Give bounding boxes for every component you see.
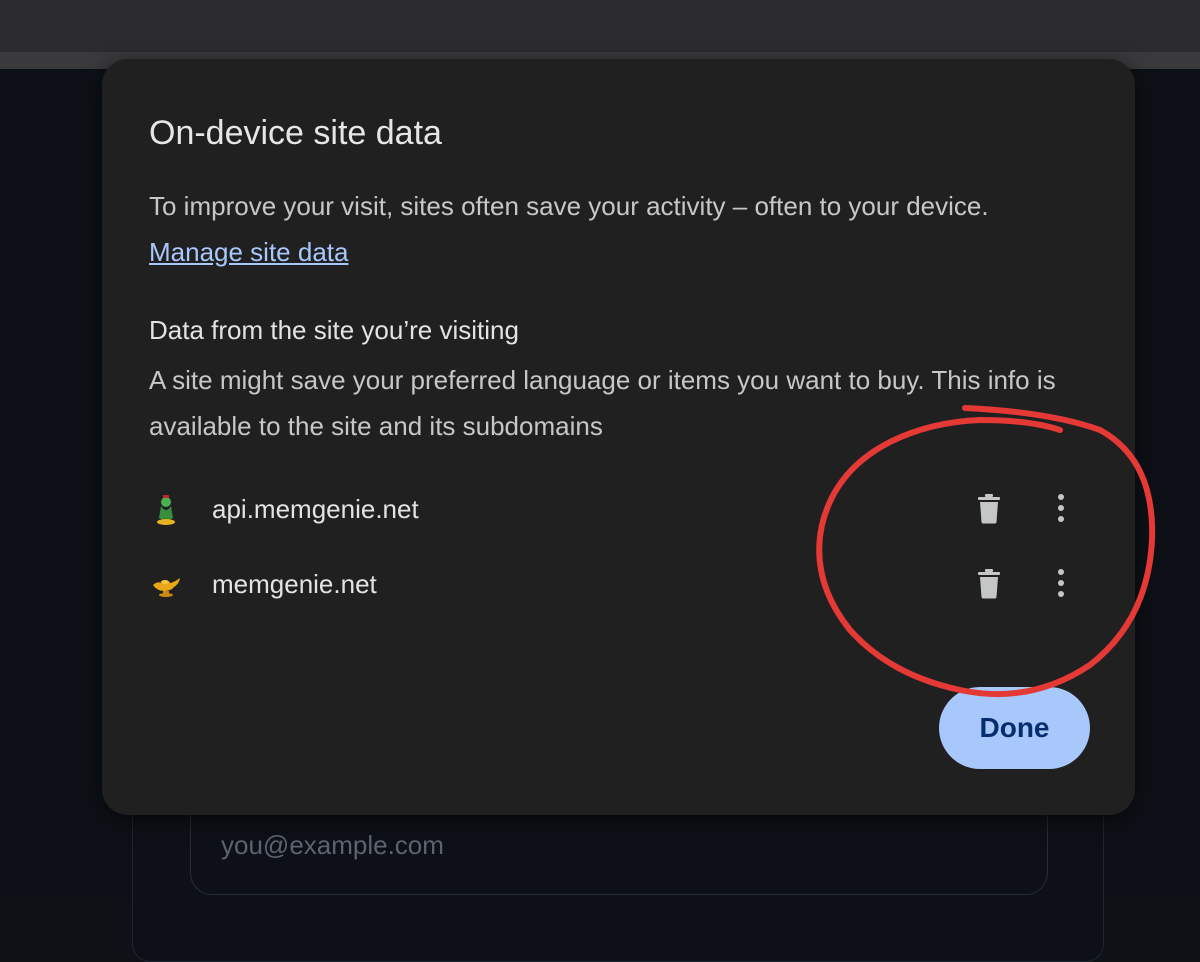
section-description: A site might save your preferred languag… — [149, 365, 1056, 441]
manage-site-data-link[interactable]: Manage site data — [149, 237, 348, 267]
dialog-description: To improve your visit, sites often save … — [149, 183, 1049, 275]
site-row-memgenie: memgenie.net — [149, 557, 1089, 613]
dialog-title: On-device site data — [149, 114, 442, 152]
more-vert-icon — [1058, 569, 1064, 597]
trash-icon — [978, 494, 1000, 524]
genie-icon — [149, 492, 183, 526]
section-heading: Data from the site you’re visiting — [149, 315, 519, 345]
trash-icon — [978, 569, 1000, 599]
site-data-dialog: On-device site data To improve your visi… — [102, 59, 1135, 815]
site-name: api.memgenie.net — [212, 494, 419, 524]
more-options-button[interactable] — [1045, 563, 1077, 603]
more-vert-icon — [1058, 494, 1064, 522]
dialog-description-text: To improve your visit, sites often save … — [149, 191, 989, 221]
done-button[interactable]: Done — [939, 687, 1090, 769]
site-row-api-memgenie: api.memgenie.net — [149, 482, 1089, 538]
more-options-button[interactable] — [1045, 488, 1077, 528]
delete-site-button[interactable] — [969, 563, 1009, 603]
magic-lamp-icon — [149, 567, 183, 601]
site-name: memgenie.net — [212, 569, 377, 599]
email-field-placeholder: you@example.com — [221, 830, 444, 860]
browser-toolbar — [0, 0, 1200, 52]
delete-site-button[interactable] — [969, 488, 1009, 528]
